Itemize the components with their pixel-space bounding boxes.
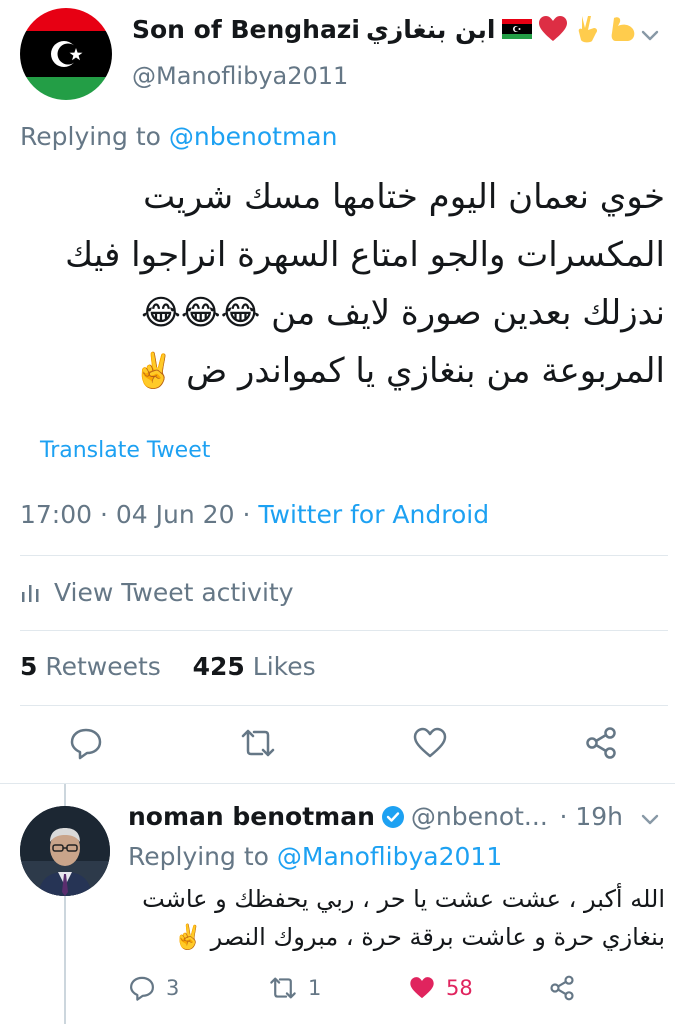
likes-stat[interactable]: 425 Likes — [193, 652, 316, 681]
avatar[interactable] — [20, 806, 110, 896]
analytics-icon — [22, 584, 39, 602]
tweet-date: 04 Jun 20 — [115, 500, 235, 529]
display-name-arabic: ابن بنغازي — [365, 14, 496, 44]
reply-share-button[interactable] — [548, 974, 576, 1002]
like-count: 58 — [446, 976, 473, 1000]
meta-separator: · — [100, 500, 116, 529]
retweet-icon — [270, 977, 296, 999]
reply-icon[interactable] — [68, 725, 104, 761]
tweet-meta: 17:00 · 04 Jun 20 · Twitter for Android — [20, 500, 489, 529]
libya-flag-avatar-icon — [20, 8, 112, 100]
translate-tweet-link[interactable]: Translate Tweet — [40, 438, 210, 463]
tweet-text-line: المربوعة من بنغازي يا كمواندر ض ✌️ — [132, 351, 665, 391]
replying-to: Replying to @nbenotman — [20, 122, 337, 151]
tweet-text-line: المكسرات والجو امتاع السهرة انراجوا فيك — [65, 235, 665, 275]
thread-line — [64, 896, 66, 1024]
reply-text-line: الله أكبر ، عشت عشت يا حر ، ربي يحفظك و … — [142, 885, 665, 913]
view-tweet-activity-button[interactable]: View Tweet activity — [20, 578, 294, 607]
reply-header: noman benotman @nbenot... — [128, 802, 548, 831]
replying-to-link[interactable]: @Manoflibya2011 — [277, 842, 502, 871]
liked-heart-icon — [410, 977, 434, 999]
replying-prefix: Replying to — [128, 842, 269, 871]
view-tweet-activity-label: View Tweet activity — [54, 578, 294, 607]
tweet-actions — [0, 725, 675, 765]
retweet-count: 1 — [308, 976, 322, 1000]
retweets-label: Retweets — [45, 652, 161, 681]
retweets-count: 5 — [20, 652, 38, 681]
red-heart-icon — [538, 16, 567, 41]
divider — [20, 705, 668, 706]
replying-to-link[interactable]: @nbenotman — [169, 122, 338, 151]
user-handle[interactable]: @Manoflibya2011 — [132, 62, 348, 90]
victory-hand-icon — [578, 16, 597, 43]
reply-like-button[interactable]: 58 — [408, 974, 473, 1002]
likes-count: 425 — [192, 652, 245, 681]
reply-count: 3 — [166, 976, 180, 1000]
reply-tweet[interactable]: noman benotman @nbenot... · 19h Replying… — [0, 784, 675, 1024]
tweet-time: 17:00 — [20, 500, 93, 529]
share-icon[interactable] — [583, 725, 619, 761]
reply-text: الله أكبر ، عشت عشت يا حر ، ربي يحفظك و … — [128, 880, 665, 956]
divider — [20, 555, 668, 556]
reply-actions: 3 1 58 — [128, 974, 648, 1008]
reply-reply-button[interactable]: 3 — [128, 974, 179, 1002]
retweets-stat[interactable]: 5 Retweets — [20, 652, 161, 681]
person-avatar-icon — [20, 806, 110, 896]
like-heart-icon[interactable] — [412, 725, 448, 761]
tweet-stats: 5 Retweets 425 Likes — [20, 652, 316, 681]
likes-label: Likes — [252, 652, 316, 681]
chevron-down-icon[interactable] — [639, 808, 661, 830]
tweet-text: خوي نعمان اليوم ختامها مسك شريت المكسرات… — [20, 168, 665, 400]
reply-handle[interactable]: @nbenot... — [411, 802, 548, 831]
tweet-source-link[interactable]: Twitter for Android — [258, 500, 489, 529]
reply-timestamp[interactable]: · 19h — [559, 802, 623, 831]
libya-flag-icon — [501, 19, 532, 39]
replying-prefix: Replying to — [20, 122, 161, 151]
reply-replying-to: Replying to @Manoflibya2011 — [128, 842, 502, 871]
tweet-text-line: خوي نعمان اليوم ختامها مسك شريت — [143, 177, 665, 217]
reply-retweet-button[interactable]: 1 — [268, 974, 321, 1002]
reply-icon — [130, 976, 154, 1001]
share-icon — [550, 975, 574, 1001]
divider — [20, 630, 668, 631]
main-tweet: Son of Benghazi ابن بنغازي @Manoflibya20… — [0, 0, 675, 790]
display-name[interactable]: Son of Benghazi ابن بنغازي — [132, 14, 638, 44]
reply-text-line: بنغازي حرة و عاشت برقة حرة ، مبروك النصر… — [173, 923, 665, 951]
reply-display-name[interactable]: noman benotman — [128, 802, 375, 831]
display-name-latin: Son of Benghazi — [132, 14, 360, 44]
chevron-down-icon[interactable] — [639, 24, 661, 46]
flexed-biceps-icon — [611, 17, 634, 41]
avatar[interactable] — [20, 8, 112, 100]
tweet-text-line: ندزلك بعدين صورة لايف من 😂😂😂 — [141, 293, 665, 333]
meta-separator: · — [242, 500, 259, 529]
retweet-icon[interactable] — [240, 725, 276, 761]
verified-badge-icon — [381, 805, 404, 828]
